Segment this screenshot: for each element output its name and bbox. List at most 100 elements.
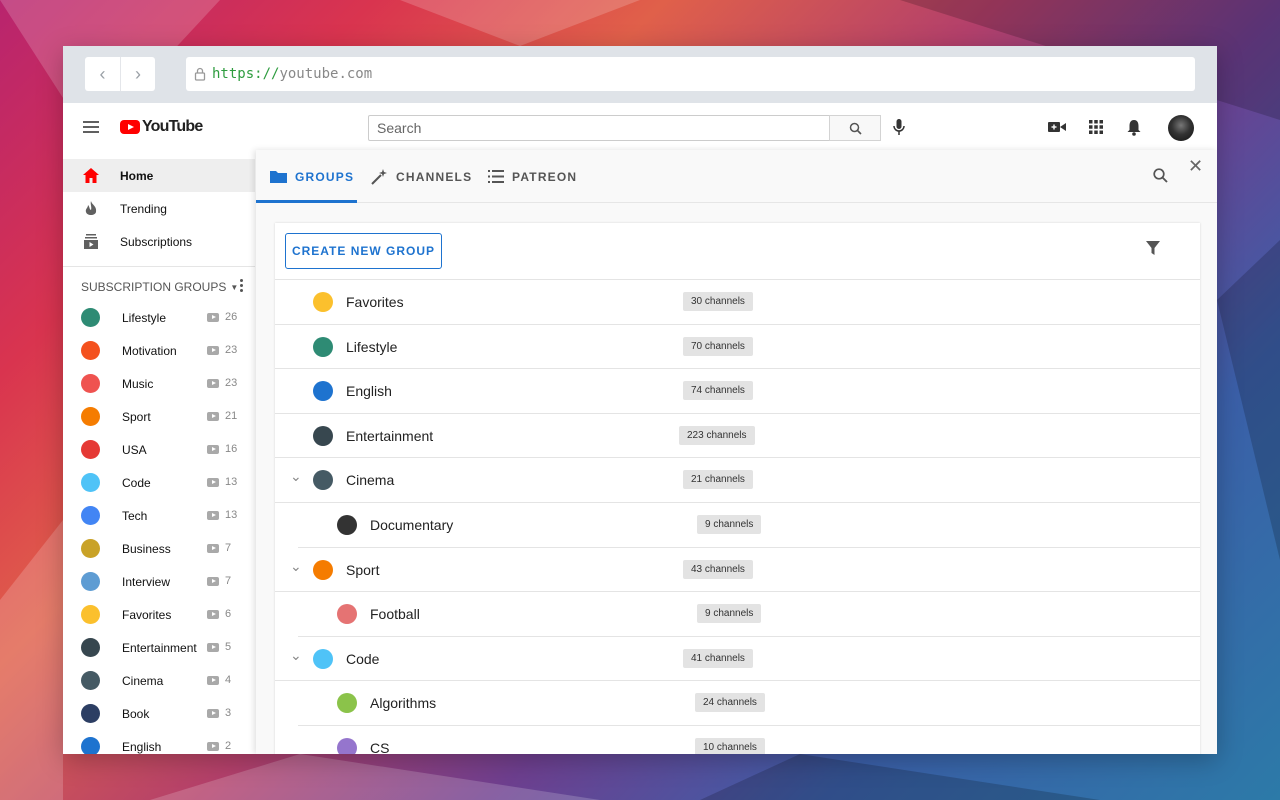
count-value: 7 — [225, 542, 232, 554]
sidebar-group-count: 7 — [207, 542, 231, 554]
count-value: 5 — [225, 641, 232, 653]
group-row[interactable]: Lifestyle 70 channels — [275, 325, 1200, 370]
chevron-right-icon: › — [135, 63, 141, 84]
browser-window: ‹ › https://youtube.com YouTube Search H… — [63, 46, 1217, 754]
sidebar-group-music[interactable]: Music 23 — [63, 367, 255, 400]
tab-patreon[interactable]: PATREON — [488, 150, 577, 203]
nav-buttons: ‹ › — [85, 57, 155, 91]
subgroup-row[interactable]: Documentary 9 channels — [298, 503, 1200, 548]
panel-search-button[interactable] — [1153, 168, 1168, 188]
chevron-down-icon[interactable]: ⌄ — [290, 647, 302, 664]
filter-icon — [1146, 241, 1160, 255]
sidebar-group-book[interactable]: Book 3 — [63, 697, 255, 730]
sidebar-group-label: Code — [122, 475, 151, 490]
address-bar[interactable]: https://youtube.com — [186, 57, 1195, 91]
sidebar-item-home[interactable]: Home — [63, 159, 255, 192]
music-note-icon — [81, 374, 100, 393]
create-new-group-button[interactable]: CREATE NEW GROUP — [285, 233, 442, 269]
sidebar-group-count: 16 — [207, 443, 237, 455]
tab-groups[interactable]: GROUPS — [270, 150, 354, 203]
brain-purple-icon — [337, 737, 357, 754]
apps-grid-icon — [1089, 120, 1103, 134]
avatar[interactable] — [1168, 115, 1194, 141]
sidebar-item-trending[interactable]: Trending — [63, 192, 255, 225]
group-row[interactable]: Favorites 30 channels — [275, 280, 1200, 325]
count-value: 26 — [225, 311, 238, 323]
sidebar-group-business[interactable]: Business 7 — [63, 532, 255, 565]
sidebar-group-favorites[interactable]: Favorites 6 — [63, 598, 255, 631]
subscription-groups-header[interactable]: SUBSCRIPTION GROUPS ▼ — [63, 273, 255, 301]
youtube-small-icon — [207, 444, 219, 454]
youtube-small-icon — [207, 675, 219, 685]
chevron-down-icon[interactable]: ⌄ — [290, 558, 302, 575]
count-value: 23 — [225, 344, 238, 356]
search-button[interactable] — [829, 115, 881, 141]
group-row[interactable]: ⌄ Cinema 21 channels — [275, 458, 1200, 503]
groups-card-header: CREATE NEW GROUP — [275, 223, 1200, 280]
sidebar-group-count: 23 — [207, 377, 237, 389]
tab-label: PATREON — [512, 169, 578, 184]
sidebar-group-interview[interactable]: Interview 7 — [63, 565, 255, 598]
count-value: 4 — [225, 674, 232, 686]
sidebar-group-count: 2 — [207, 740, 231, 752]
channel-count-badge: 74 channels — [683, 381, 753, 401]
subgroup-row[interactable]: Algorithms 24 channels — [298, 681, 1200, 726]
apps-button[interactable] — [1089, 120, 1103, 134]
sidebar-group-lifestyle[interactable]: Lifestyle 26 — [63, 301, 255, 334]
sidebar-group-usa[interactable]: USA 16 — [63, 433, 255, 466]
video-camera-icon — [1048, 122, 1066, 132]
youtube-small-icon — [207, 576, 219, 586]
sidebar-group-motivation[interactable]: Motivation 23 — [63, 334, 255, 367]
notifications-button[interactable] — [1127, 119, 1141, 136]
subgroup-row[interactable]: Football 9 channels — [298, 592, 1200, 637]
group-row[interactable]: ⌄ Code 41 channels — [275, 637, 1200, 682]
microphone-icon — [893, 119, 905, 135]
chevron-down-icon[interactable]: ⌄ — [290, 468, 302, 485]
tab-channels[interactable]: CHANNELS — [371, 150, 472, 203]
group-name: English — [346, 383, 392, 400]
youtube-small-icon — [207, 642, 219, 652]
sidebar-group-code[interactable]: Code 13 — [63, 466, 255, 499]
fire-icon — [83, 200, 99, 217]
channel-count-badge: 70 channels — [683, 336, 753, 356]
divider — [63, 266, 255, 267]
search-input[interactable]: Search — [368, 115, 830, 141]
group-name: CS — [370, 739, 390, 754]
menu-icon[interactable] — [83, 121, 99, 133]
sidebar-item-subscriptions[interactable]: Subscriptions — [63, 225, 255, 258]
chevron-left-icon: ‹ — [99, 63, 106, 84]
sidebar-group-label: USA — [122, 442, 147, 457]
count-value: 13 — [225, 476, 238, 488]
sidebar-group-english[interactable]: English 2 — [63, 730, 255, 754]
group-row[interactable]: ⌄ Sport 43 channels — [275, 548, 1200, 593]
subscriptions-icon — [83, 234, 99, 250]
sidebar-group-tech[interactable]: Tech 13 — [63, 499, 255, 532]
sidebar-group-label: Sport — [122, 409, 151, 424]
sidebar-group-entertainment[interactable]: Entertainment 5 — [63, 631, 255, 664]
group-name: Cinema — [346, 472, 395, 489]
usa-flag-icon — [81, 440, 100, 459]
filter-button[interactable] — [1146, 241, 1160, 261]
back-button[interactable]: ‹ — [85, 57, 120, 91]
microphone-button[interactable] — [893, 118, 905, 136]
sidebar-group-count: 23 — [207, 344, 237, 356]
sidebar-group-label: English — [122, 739, 162, 754]
youtube-small-icon — [207, 411, 219, 421]
youtube-small-icon — [207, 543, 219, 553]
create-video-button[interactable] — [1048, 121, 1066, 133]
sidebar-group-label: Lifestyle — [122, 310, 167, 325]
youtube-logo[interactable]: YouTube — [120, 118, 203, 136]
subgroup-row[interactable]: CS 10 channels — [298, 726, 1200, 754]
more-vert-icon[interactable] — [240, 279, 243, 292]
lightbulb-yellow-icon — [81, 605, 100, 624]
group-row[interactable]: English 74 channels — [275, 369, 1200, 414]
translate-icon — [81, 737, 100, 754]
close-button[interactable]: ✕ — [1188, 156, 1203, 177]
sidebar-group-sport[interactable]: Sport 21 — [63, 400, 255, 433]
sidebar-group-cinema[interactable]: Cinema 4 — [63, 664, 255, 697]
3d-glasses-icon — [313, 425, 333, 446]
trend-up-icon — [81, 341, 100, 360]
group-row[interactable]: Entertainment 223 channels — [275, 414, 1200, 459]
youtube-small-icon — [207, 477, 219, 487]
forward-button[interactable]: › — [120, 57, 155, 91]
